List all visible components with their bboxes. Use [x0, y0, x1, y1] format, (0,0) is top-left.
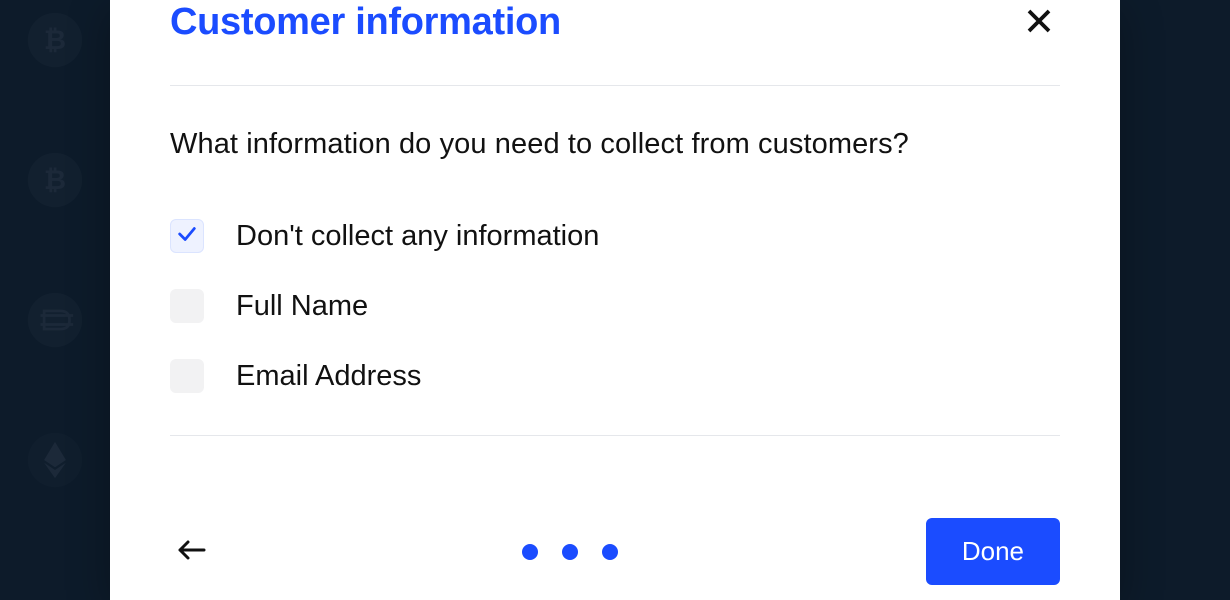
bitcoin-icon: ₿	[25, 10, 85, 70]
checkbox-unchecked[interactable]	[170, 359, 204, 393]
close-button[interactable]	[1018, 0, 1060, 45]
option-full-name[interactable]: Full Name	[170, 289, 1060, 323]
close-icon	[1024, 6, 1054, 39]
modal-header: Customer information	[170, 0, 1060, 86]
modal-title: Customer information	[170, 1, 561, 44]
svg-text:₿: ₿	[44, 24, 66, 55]
customer-information-modal: Customer information What information do…	[110, 0, 1120, 600]
done-button[interactable]: Done	[926, 518, 1060, 585]
arrow-left-icon	[174, 553, 210, 568]
option-label: Don't collect any information	[236, 220, 599, 253]
option-label: Email Address	[236, 360, 421, 393]
option-email-address[interactable]: Email Address	[170, 359, 1060, 393]
svg-text:₿: ₿	[44, 164, 66, 195]
back-button[interactable]	[170, 527, 214, 576]
question-text: What information do you need to collect …	[170, 128, 1060, 161]
background-crypto-sidebar: ₿ ₿	[0, 0, 110, 600]
step-dot	[522, 544, 538, 560]
checkbox-checked[interactable]	[170, 219, 204, 253]
options-list: Don't collect any information Full Name …	[170, 219, 1060, 436]
option-dont-collect[interactable]: Don't collect any information	[170, 219, 1060, 253]
bitcoin-icon: ₿	[25, 150, 85, 210]
step-dot	[562, 544, 578, 560]
step-dot	[602, 544, 618, 560]
ethereum-icon	[25, 430, 85, 490]
step-indicator	[522, 544, 618, 560]
checkbox-unchecked[interactable]	[170, 289, 204, 323]
modal-body: What information do you need to collect …	[170, 86, 1060, 490]
option-label: Full Name	[236, 290, 368, 323]
modal-footer: Done	[170, 490, 1060, 585]
check-icon	[176, 223, 198, 250]
dai-icon	[25, 290, 85, 350]
